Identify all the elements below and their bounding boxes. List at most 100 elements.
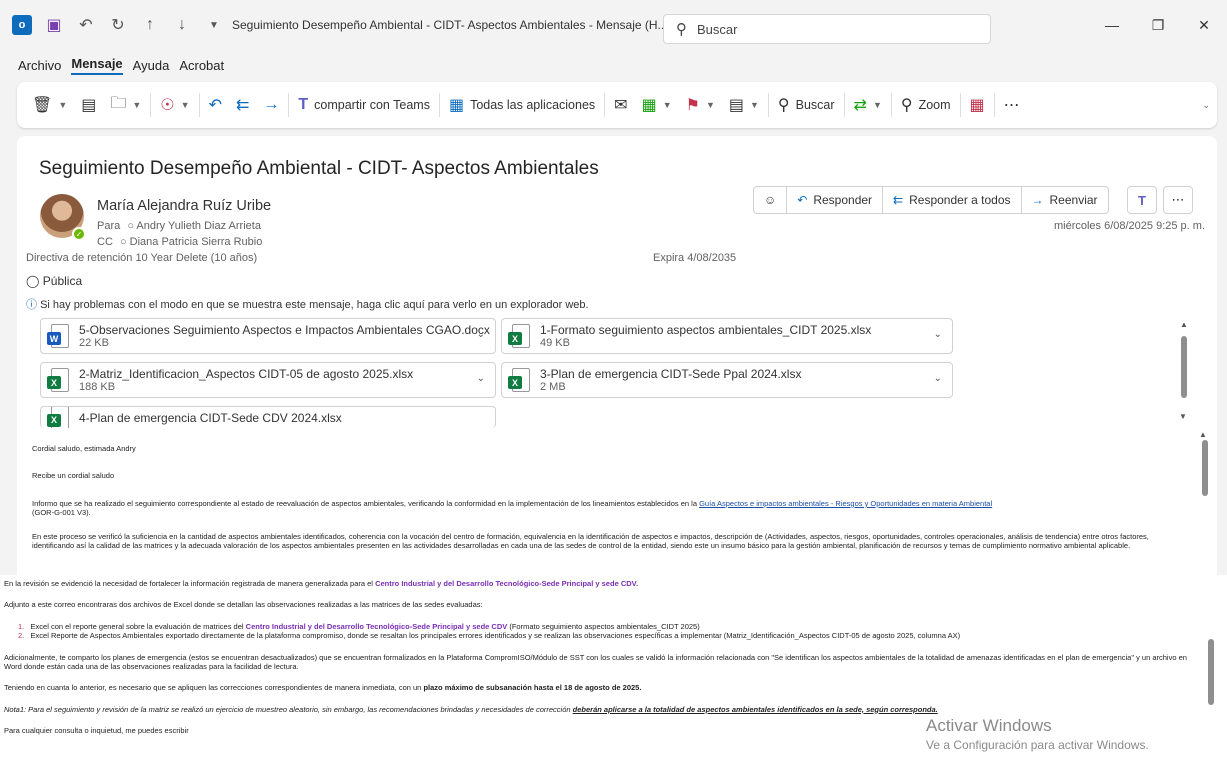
tags-button[interactable]: ▤ ▼ — [722, 90, 766, 120]
scrollbar-thumb[interactable] — [1181, 336, 1187, 398]
excel-file-icon: X — [508, 368, 530, 392]
addin-button[interactable]: ▦ — [963, 90, 992, 120]
body-scrollbar-thumb[interactable] — [1202, 440, 1208, 496]
attachment-item[interactable]: X 1-Formato seguimiento aspectos ambient… — [501, 318, 953, 354]
guide-link[interactable]: Guía Aspectos e impactos ambientales - R… — [699, 499, 992, 508]
attachments-scrollbar[interactable]: ▲ ▼ — [1179, 320, 1189, 424]
search-input[interactable]: ⚲ Buscar — [663, 14, 991, 44]
reply-icon: ↶ — [797, 193, 808, 207]
info-icon: ⓘ — [26, 299, 37, 311]
title-bar: o ▣ ↶ ↻ ↑ ↓ ▼ Seguimiento Desempeño Ambi… — [0, 0, 1227, 50]
reply-ribbon-button[interactable]: ↶ — [202, 90, 229, 120]
more-options-button[interactable]: ⋯ — [997, 90, 1027, 120]
customize-quick-access-icon[interactable]: ▼ — [204, 15, 224, 35]
body-paragraph: Informo que se ha realizado el seguimien… — [32, 498, 993, 518]
chevron-down-icon[interactable]: ⌄ — [934, 373, 942, 384]
move-icon: 🗀 — [110, 94, 127, 112]
zoom-button[interactable]: ⚲ Zoom — [894, 90, 958, 120]
body-paragraph: Recibe un cordial saludo — [32, 471, 115, 481]
reply-all-button[interactable]: ⇇ Responder a todos — [883, 187, 1022, 213]
move-button[interactable]: 🗀 ▼ — [103, 90, 148, 120]
outlook-logo-icon: o — [12, 15, 32, 35]
list-item: 1. Excel con el reporte general sobre la… — [18, 621, 700, 631]
windows-activation-watermark: Activar Windows Ve a Configuración para … — [926, 716, 1149, 752]
menu-archivo[interactable]: Archivo — [18, 58, 61, 73]
next-item-icon[interactable]: ↓ — [172, 15, 192, 35]
calendar-addin-icon: ▦ — [969, 97, 985, 114]
unread-button[interactable]: ✉ — [607, 90, 634, 120]
scroll-up-icon[interactable]: ▲ — [1199, 430, 1207, 439]
share-teams-button[interactable]: Tcompartir con Teams — [291, 90, 437, 120]
body-paragraph: Adjunto a este correo encontraras dos ar… — [4, 600, 483, 610]
forward-icon: → — [263, 96, 280, 113]
delete-button[interactable]: 🗑 ▼ — [25, 90, 74, 120]
chevron-down-icon[interactable]: ⌄ — [477, 373, 485, 384]
message-subject: Seguimiento Desempeño Ambiental - CIDT- … — [39, 158, 599, 179]
cc-recipient[interactable]: Diana Patricia Sierra Rubio — [130, 236, 263, 248]
attachment-item[interactable]: W 5-Observaciones Seguimiento Aspectos e… — [40, 318, 496, 354]
list-item: 2. Excel Reporte de Aspectos Ambientales… — [18, 631, 961, 641]
search-icon: ⚲ — [777, 97, 790, 114]
expiration-date: Expira 4/08/2035 — [653, 252, 737, 264]
scroll-down-icon[interactable]: ▼ — [1179, 412, 1187, 421]
save-icon[interactable]: ▣ — [44, 15, 64, 35]
teams-chat-button[interactable]: T — [1127, 186, 1157, 214]
search-icon: ⚲ — [676, 21, 687, 38]
more-icon: ⋯ — [1171, 192, 1185, 207]
search-placeholder: Buscar — [697, 21, 738, 37]
flag-button[interactable]: ⚑ ▼ — [679, 90, 722, 120]
window-controls: — ❐ ✕ — [1089, 0, 1227, 50]
body-scrollbar-thumb[interactable] — [1208, 639, 1214, 705]
translate-button[interactable]: ⇄ ▼ — [847, 90, 889, 120]
minimize-icon[interactable]: — — [1089, 0, 1135, 50]
all-apps-button[interactable]: ▦ Todas las aplicaciones — [442, 90, 602, 120]
info-bar[interactable]: ⓘ Si hay problemas con el modo en que se… — [26, 296, 589, 312]
body-paragraph: En la revisión se evidenció la necesidad… — [4, 579, 639, 588]
reply-all-icon: ⇇ — [235, 97, 250, 114]
flag-icon: ⚑ — [685, 97, 700, 114]
undo-icon[interactable]: ↶ — [76, 15, 96, 35]
apps-grid-icon: ▦ — [448, 97, 465, 114]
restore-icon[interactable]: ❐ — [1135, 0, 1181, 50]
expand-ribbon-button[interactable]: ⌄ — [1195, 90, 1217, 120]
scroll-up-icon[interactable]: ▲ — [1179, 320, 1189, 329]
received-date: miércoles 6/08/2025 9:25 p. m. — [1053, 220, 1205, 232]
sender-name[interactable]: María Alejandra Ruíz Uribe — [97, 198, 271, 214]
forward-button[interactable]: → Reenviar — [1022, 187, 1108, 213]
to-line: Para ○ Andry Yulieth Diaz Arrieta — [97, 220, 261, 232]
emoji-icon: ☺ — [764, 193, 777, 207]
forward-icon: → — [1031, 193, 1044, 207]
teams-icon: T — [298, 96, 309, 113]
redo-icon[interactable]: ↻ — [108, 15, 128, 35]
body-greeting: Cordial saludo, estimada Andry — [32, 444, 136, 453]
excel-file-icon: X — [47, 368, 69, 392]
attachment-item[interactable]: X 3-Plan de emergencia CIDT-Sede Ppal 20… — [501, 362, 953, 398]
categorize-button[interactable]: ▦ ▼ — [635, 90, 679, 120]
attachment-item[interactable]: X 4-Plan de emergencia CIDT-Sede CDV 202… — [40, 406, 496, 428]
emoji-button[interactable]: ☺ — [754, 187, 788, 213]
forward-ribbon-button[interactable]: → — [256, 90, 286, 120]
reply-all-icon: ⇇ — [893, 193, 904, 207]
previous-item-icon[interactable]: ↑ — [140, 15, 160, 35]
more-icon: ⋯ — [1003, 97, 1020, 114]
archive-button[interactable]: ▤ — [74, 90, 103, 120]
message-body-part1: Cordial saludo, estimada Andry Recibe un… — [32, 444, 1182, 550]
to-recipient[interactable]: Andry Yulieth Diaz Arrieta — [136, 220, 261, 232]
menu-mensaje[interactable]: Mensaje — [71, 56, 123, 75]
body-paragraph: En este proceso se verificó la suficienc… — [32, 531, 1149, 550]
chevron-down-icon[interactable]: ⌄ — [934, 329, 942, 340]
reply-button[interactable]: ↶ Responder — [787, 187, 884, 213]
body-paragraph: Adicionalmente, te comparto los planes d… — [4, 652, 1187, 671]
menu-ayuda[interactable]: Ayuda — [133, 58, 170, 73]
delete-icon: 🗑 — [32, 97, 53, 114]
attachment-item[interactable]: X 2-Matriz_Identificacion_Aspectos CIDT-… — [40, 362, 496, 398]
reply-all-ribbon-button[interactable]: ⇇ — [229, 90, 256, 120]
cc-line: CC ○ Diana Patricia Sierra Rubio — [97, 236, 263, 248]
chevron-down-icon[interactable]: ⌄ — [477, 329, 485, 340]
sensitivity-label[interactable]: ◯ Pública — [26, 274, 82, 288]
report-button[interactable]: ☉ ▼ — [153, 90, 196, 120]
more-actions-button[interactable]: ⋯ — [1163, 186, 1193, 214]
menu-acrobat[interactable]: Acrobat — [179, 58, 224, 73]
find-button[interactable]: ⚲ Buscar — [771, 90, 842, 120]
close-icon[interactable]: ✕ — [1181, 0, 1227, 50]
